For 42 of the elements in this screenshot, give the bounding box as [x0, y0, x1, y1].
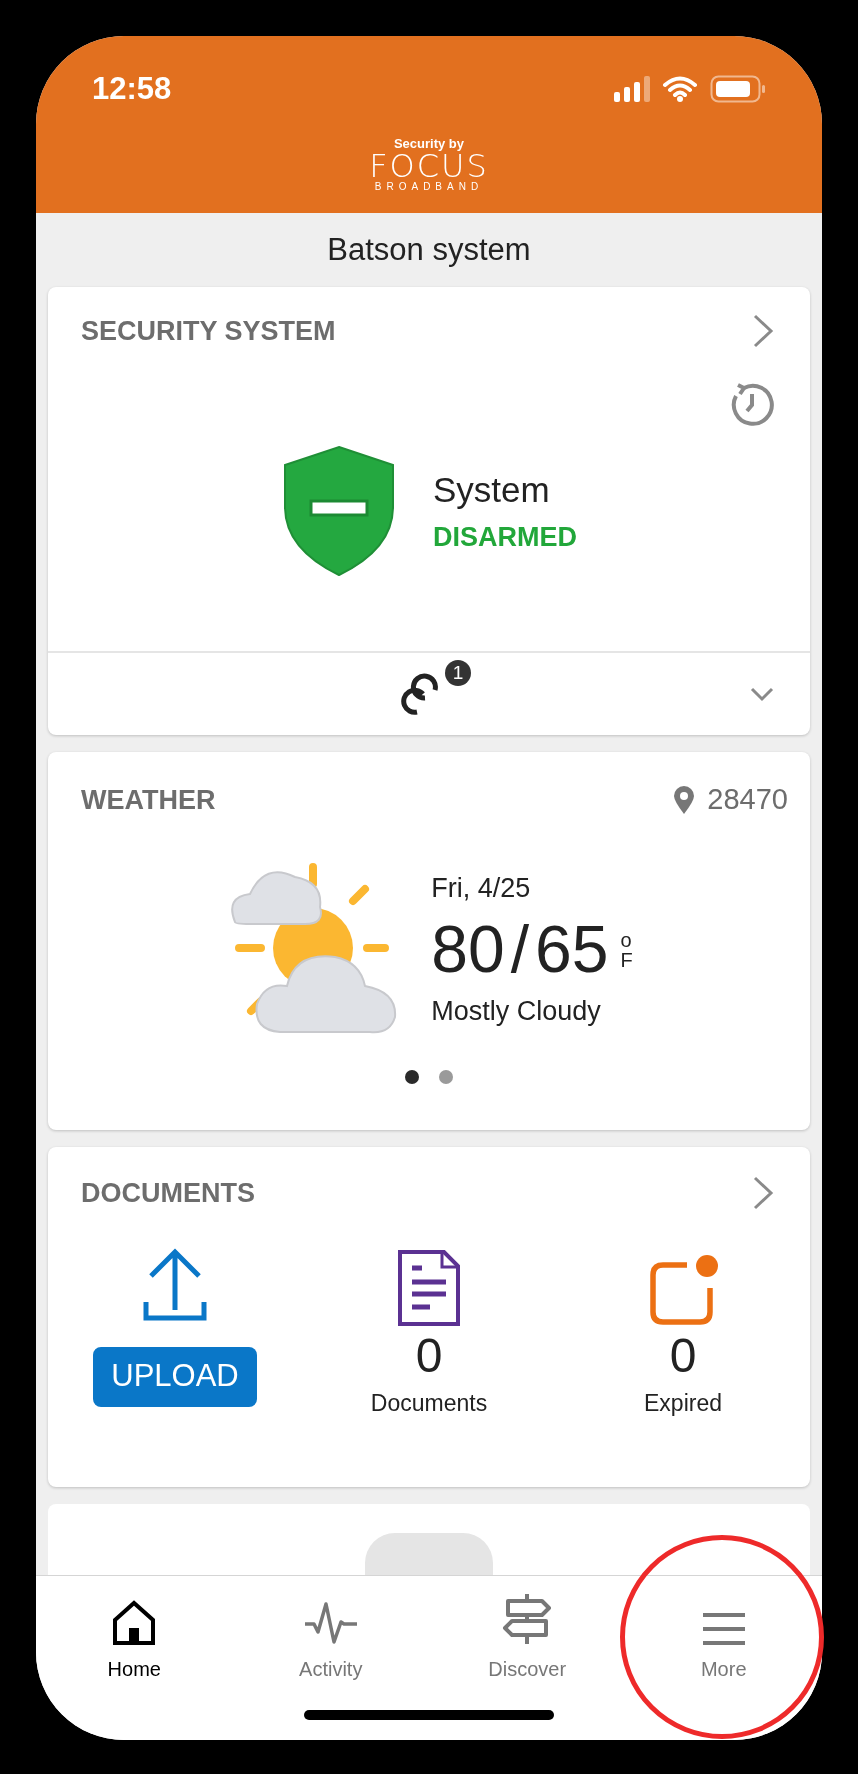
shield-icon [281, 444, 397, 577]
count-label: Expired [644, 1388, 722, 1418]
brand-logo: Security by FOCUS BROADBAND [369, 136, 489, 192]
location-pin-icon [673, 784, 696, 815]
chevron-right-icon[interactable] [752, 313, 774, 350]
menu-icon [700, 1612, 747, 1646]
page-title: Batson system [327, 230, 531, 269]
signal-icon [614, 76, 650, 103]
system-label: System [433, 469, 551, 511]
tab-bar-item[interactable]: Discover [429, 1588, 626, 1684]
tab-bar-item[interactable]: Activity [232, 1588, 429, 1684]
weather-condition: Mostly Cloudy [431, 994, 602, 1028]
notification-icon [647, 1253, 719, 1326]
history-icon[interactable] [730, 381, 774, 426]
card-title: DOCUMENTS [81, 1177, 255, 1210]
wifi-icon [662, 76, 698, 103]
degree-symbol: o [620, 929, 633, 950]
temperature-separator: / [510, 911, 530, 989]
chevron-down-icon[interactable] [750, 686, 774, 702]
status-time: 12:58 [92, 70, 172, 108]
system-status: DISARMED [433, 520, 577, 554]
count-label: Documents [370, 1388, 488, 1418]
upload-button[interactable]: UPLOAD [93, 1346, 257, 1407]
pulse-icon [303, 1600, 358, 1646]
battery-icon [710, 75, 766, 104]
temperature-unit: F [620, 949, 633, 970]
tab-bar-item[interactable]: More [625, 1588, 822, 1684]
zip-code: 28470 [707, 782, 788, 817]
chevron-right-icon[interactable] [752, 1175, 774, 1212]
count-value: 0 [415, 1327, 443, 1384]
document-icon [398, 1249, 460, 1326]
tab-bar-item[interactable]: Home [36, 1588, 233, 1684]
count-badge: 1 [445, 660, 471, 686]
home-icon [112, 1600, 157, 1646]
upload-icon[interactable] [143, 1247, 207, 1322]
card-title: SECURITY SYSTEM [81, 315, 336, 348]
card-title: WEATHER [81, 783, 216, 817]
count-value: 0 [669, 1327, 697, 1384]
temperature: 65 [535, 911, 609, 989]
forecast-date: Fri, 4/25 [431, 871, 532, 905]
signpost-icon [502, 1592, 553, 1646]
temperature: 80 [431, 911, 505, 989]
